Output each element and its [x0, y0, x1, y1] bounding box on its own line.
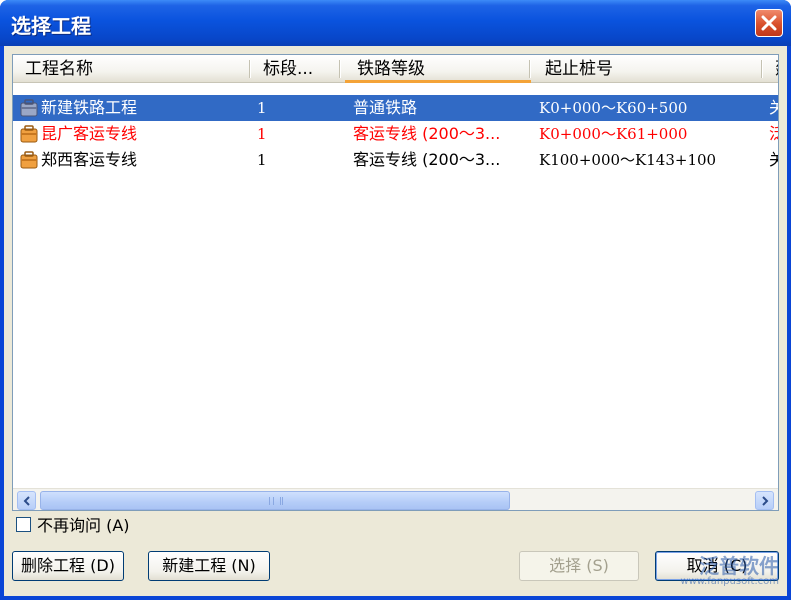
scrollbar-thumb[interactable] [40, 491, 510, 510]
railway-grade: 普通铁路 [353, 98, 418, 117]
horizontal-scrollbar[interactable] [13, 488, 778, 510]
grip-icon [269, 497, 283, 505]
column-label: 建 [775, 59, 778, 79]
project-icon [20, 151, 38, 169]
column-header-extra[interactable]: 建 [763, 55, 778, 83]
column-label: 铁路等级 [357, 59, 425, 79]
project-name: 新建铁路工程 [41, 98, 138, 117]
new-project-button[interactable]: 新建工程 (N) [148, 551, 270, 581]
section-number: 1 [257, 125, 267, 143]
chainage-range: K0+000～K61+000 [539, 125, 688, 143]
chevron-right-icon [761, 495, 768, 506]
watermark-name: 泛普软件 [699, 554, 779, 578]
no-ask-option[interactable]: 不再询问 (A) [16, 514, 130, 535]
railway-grade: 客运专线 (200～3... [353, 150, 501, 169]
watermark-logo: 泛普软件 www.fanpusoft.com [629, 550, 779, 590]
project-list[interactable]: 工程名称 标段... 铁路等级 起止桩号 建 [12, 54, 779, 511]
section-number: 1 [257, 151, 267, 169]
scroll-right-button[interactable] [755, 491, 774, 510]
delete-project-button[interactable]: 删除工程 (D) [12, 551, 124, 581]
scroll-left-button[interactable] [17, 491, 36, 510]
table-row[interactable]: 昆广客运专线 1 客运专线 (200～3... K0+000～K61+000 泛 [13, 121, 778, 147]
project-name: 郑西客运专线 [41, 150, 138, 169]
dialog-title: 选择工程 [11, 14, 91, 38]
project-icon [20, 99, 38, 117]
chainage-range: K100+000～K143+100 [539, 151, 717, 169]
column-header-section[interactable]: 标段... [251, 55, 341, 83]
column-header-project-name[interactable]: 工程名称 [13, 55, 251, 83]
extra-cell: 关 [769, 95, 778, 121]
title-bar[interactable]: 选择工程 [0, 0, 791, 46]
table-row[interactable]: 郑西客运专线 1 客运专线 (200～3... K100+000～K143+10… [13, 147, 778, 173]
project-name: 昆广客运专线 [41, 124, 138, 143]
list-header: 工程名称 标段... 铁路等级 起止桩号 建 [13, 55, 778, 83]
section-number: 1 [257, 99, 267, 117]
column-label: 工程名称 [25, 59, 93, 79]
column-label: 起止桩号 [545, 59, 613, 79]
select-button[interactable]: 选择 (S) [519, 551, 639, 581]
column-header-chainage[interactable]: 起止桩号 [533, 55, 763, 83]
no-ask-label: 不再询问 (A) [37, 516, 130, 535]
chevron-left-icon [23, 495, 30, 506]
railway-grade: 客运专线 (200～3... [353, 124, 501, 143]
column-label: 标段... [263, 59, 314, 79]
no-ask-checkbox[interactable] [16, 516, 31, 532]
watermark-url: www.fanpusoft.com [680, 576, 779, 587]
dialog-body: 工程名称 标段... 铁路等级 起止桩号 建 [4, 46, 787, 596]
extra-cell: 泛 [769, 121, 778, 147]
close-icon [761, 15, 777, 31]
project-icon [20, 125, 38, 143]
table-row[interactable]: 新建铁路工程 1 普通铁路 K0+000～K60+500 关 [13, 95, 778, 121]
column-header-railway-grade[interactable]: 铁路等级 [345, 55, 531, 83]
close-button[interactable] [755, 9, 783, 37]
dialog-window: 选择工程 工程名称 标段... 铁路等级 起止桩号 新建铁路工程 1 普通铁路 … [0, 0, 791, 600]
chainage-range: K0+000～K60+500 [539, 99, 688, 117]
extra-cell: 关 [769, 147, 778, 173]
